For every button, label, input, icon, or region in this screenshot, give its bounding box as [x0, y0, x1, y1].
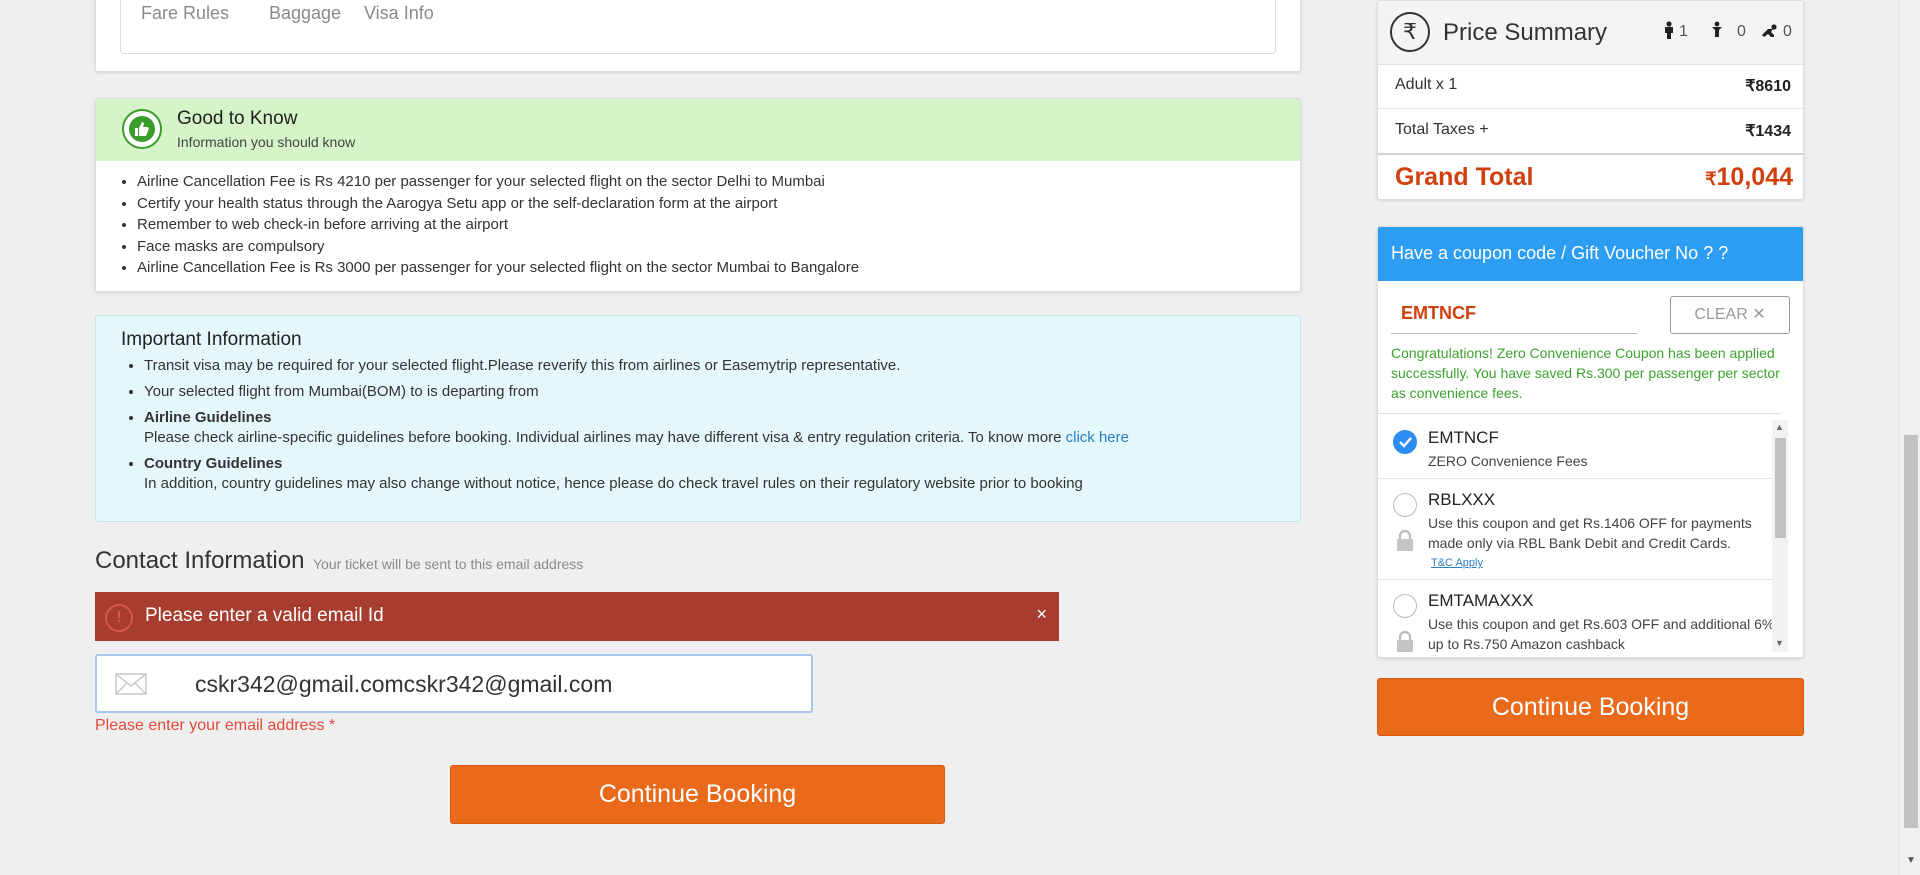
list-item: Remember to web check-in before arriving… [137, 214, 859, 236]
page-scrollbar-thumb[interactable] [1904, 435, 1918, 828]
lock-icon [1397, 630, 1413, 652]
infant-count: 0 [1783, 23, 1792, 40]
tab-visa-info[interactable]: Visa Info [364, 3, 434, 24]
coupon-radio-selected[interactable] [1393, 430, 1417, 454]
rupee-icon: ₹ [1745, 123, 1756, 140]
contact-info-title: Contact Information [95, 547, 305, 574]
country-guidelines-text: In addition, country guidelines may also… [144, 475, 1083, 492]
adult-fare-label: Adult x 1 [1395, 76, 1458, 93]
rupee-icon: ₹ [1705, 169, 1717, 189]
coupon-description: Use this coupon and get Rs.603 OFF and a… [1428, 616, 1775, 652]
tc-apply-link[interactable]: T&C Apply [1431, 557, 1483, 569]
continue-booking-side-button[interactable]: Continue Booking [1377, 678, 1804, 736]
price-summary-title: Price Summary [1443, 19, 1608, 46]
adult-fare-value: ₹8610 [1745, 76, 1791, 96]
scrollbar-thumb[interactable] [1775, 438, 1786, 538]
price-summary-card: ₹ Price Summary 1 0 0 Adult x 1 ₹8610 To… [1377, 0, 1804, 200]
good-to-know-title: Good to Know [177, 108, 298, 129]
lock-icon [1397, 529, 1413, 551]
coupon-code-input[interactable]: EMTNCF [1391, 297, 1637, 334]
coupon-code: RBLXXX [1428, 490, 1496, 509]
grand-total-label: Grand Total [1395, 163, 1534, 191]
good-to-know-header: Good to Know Information you should know [96, 99, 1300, 161]
alert-icon: ! [105, 604, 133, 632]
airline-guidelines-text: Please check airline-specific guidelines… [144, 429, 1062, 446]
adult-icon [1663, 21, 1675, 44]
coupon-item[interactable]: EMTNCF ZERO Convenience Fees [1378, 414, 1781, 479]
coupon-code: EMTAMAXXX [1428, 591, 1534, 610]
taxes-row: Total Taxes + ₹1434 [1378, 109, 1803, 153]
coupon-description: Use this coupon and get Rs.1406 OFF for … [1428, 515, 1752, 551]
airline-guidelines-title: Airline Guidelines [144, 409, 272, 426]
important-info-title: Important Information [121, 329, 302, 350]
list-item: Airline Cancellation Fee is Rs 4210 per … [137, 171, 859, 193]
important-information-panel: Important Information Transit visa may b… [95, 315, 1301, 522]
coupon-radio[interactable] [1393, 594, 1417, 618]
scroll-down-arrow-icon[interactable]: ▼ [1775, 638, 1784, 648]
price-summary-header: ₹ Price Summary 1 0 0 [1378, 1, 1803, 65]
grand-total-value: ₹10,044 [1705, 163, 1793, 192]
adult-count: 1 [1679, 23, 1688, 40]
adult-fare-row: Adult x 1 ₹8610 [1378, 64, 1803, 109]
email-field[interactable] [193, 664, 797, 704]
infant-icon [1761, 21, 1779, 42]
coupon-card: Have a coupon code / Gift Voucher No ? ?… [1377, 226, 1804, 658]
fare-details-card: Fare Rules Baggage Visa Info [95, 0, 1301, 72]
list-item: Your selected flight from Mumbai(BOM) to… [144, 382, 1284, 402]
country-guidelines-title: Country Guidelines [144, 455, 283, 472]
rupee-icon: ₹ [1745, 78, 1756, 95]
email-error-banner: ! Please enter a valid email Id × [95, 592, 1059, 641]
contact-info-subtitle: Your ticket will be sent to this email a… [313, 556, 584, 572]
taxes-label[interactable]: Total Taxes + [1395, 121, 1489, 139]
page-scrollbar[interactable]: ▼ [1899, 0, 1920, 875]
check-icon [1399, 437, 1412, 448]
good-to-know-list: Airline Cancellation Fee is Rs 4210 per … [96, 171, 859, 279]
scroll-up-arrow-icon[interactable]: ▲ [1775, 422, 1784, 432]
child-count: 0 [1737, 23, 1746, 40]
close-icon[interactable]: × [1036, 604, 1047, 625]
adult-fare-amount: 8610 [1755, 78, 1791, 95]
coupon-description: ZERO Convenience Fees [1428, 453, 1588, 469]
fare-tabs-bar: Fare Rules Baggage Visa Info [120, 0, 1276, 54]
tab-baggage[interactable]: Baggage [269, 3, 341, 24]
continue-booking-button[interactable]: Continue Booking [450, 765, 945, 824]
thumbs-up-icon [122, 109, 162, 149]
important-info-list: Transit visa may be required for your se… [96, 356, 1284, 500]
error-banner-text: Please enter a valid email Id [145, 605, 384, 626]
coupon-success-message: Congratulations! Zero Convenience Coupon… [1391, 345, 1780, 401]
good-to-know-subtitle: Information you should know [177, 134, 356, 150]
scroll-down-arrow-icon[interactable]: ▼ [1906, 855, 1916, 866]
list-item: Airline Guidelines Please check airline-… [144, 408, 1284, 448]
list-item: Country Guidelines In addition, country … [144, 454, 1284, 494]
email-field-wrapper [95, 654, 813, 713]
coupon-item[interactable]: EMTAMAXXX Use this coupon and get Rs.603… [1378, 580, 1781, 657]
coupon-list-scrollbar[interactable]: ▲ ▼ [1772, 420, 1788, 652]
rupee-icon: ₹ [1390, 12, 1430, 52]
list-item: Transit visa may be required for your se… [144, 356, 1284, 376]
divider [1378, 153, 1803, 155]
list-item: Certify your health status through the A… [137, 193, 859, 215]
click-here-link[interactable]: click here [1066, 429, 1129, 446]
coupon-radio[interactable] [1393, 493, 1417, 517]
mail-icon [115, 673, 147, 695]
list-item: Airline Cancellation Fee is Rs 3000 per … [137, 257, 859, 279]
taxes-value: ₹1434 [1745, 121, 1791, 141]
coupon-header-text: Have a coupon code / Gift Voucher No ? ? [1391, 243, 1729, 263]
coupon-list: EMTNCF ZERO Convenience Fees RBLXXX Use … [1378, 413, 1781, 657]
coupon-header: Have a coupon code / Gift Voucher No ? ? [1378, 227, 1803, 281]
coupon-code: EMTNCF [1428, 428, 1499, 447]
clear-coupon-button[interactable]: CLEAR ✕ [1670, 296, 1790, 334]
email-error-text: Please enter your email address * [95, 717, 336, 734]
taxes-amount: 1434 [1755, 123, 1791, 140]
tab-fare-rules[interactable]: Fare Rules [141, 3, 229, 24]
child-icon [1711, 21, 1723, 42]
grand-total-amount: 10,044 [1716, 163, 1793, 191]
good-to-know-panel: Good to Know Information you should know… [95, 98, 1301, 292]
coupon-item[interactable]: RBLXXX Use this coupon and get Rs.1406 O… [1378, 479, 1781, 580]
list-item: Face masks are compulsory [137, 236, 859, 258]
